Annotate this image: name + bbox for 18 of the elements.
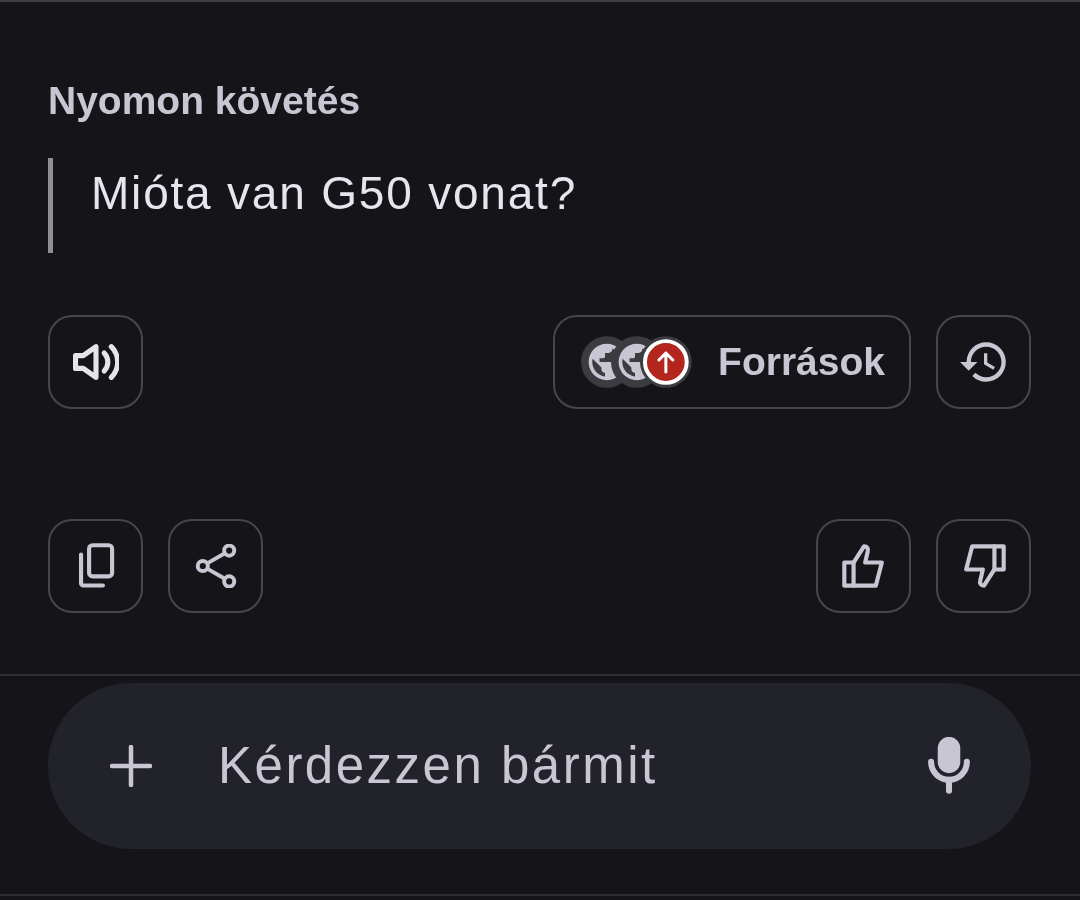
quote-text: Mióta van G50 vonat? bbox=[91, 166, 578, 220]
up-arrow-icon bbox=[640, 336, 693, 388]
copy-button[interactable] bbox=[48, 519, 143, 613]
share-button[interactable] bbox=[168, 519, 263, 613]
chat-input[interactable]: Kérdezzen bármit bbox=[48, 683, 1031, 849]
section-title: Nyomon követés bbox=[48, 78, 361, 124]
share-icon bbox=[193, 544, 238, 588]
plus-icon[interactable] bbox=[110, 745, 152, 787]
history-icon bbox=[959, 342, 1008, 382]
thumbs-down-button[interactable] bbox=[936, 519, 1031, 613]
speaker-icon bbox=[72, 343, 119, 381]
thumbs-up-button[interactable] bbox=[816, 519, 911, 613]
microphone-icon[interactable] bbox=[927, 737, 971, 795]
speaker-button[interactable] bbox=[48, 315, 143, 409]
history-button[interactable] bbox=[936, 315, 1031, 409]
thumbs-up-icon bbox=[840, 544, 887, 588]
sources-button[interactable]: Források bbox=[553, 315, 911, 409]
text-input[interactable]: Kérdezzen bármit bbox=[218, 734, 903, 798]
